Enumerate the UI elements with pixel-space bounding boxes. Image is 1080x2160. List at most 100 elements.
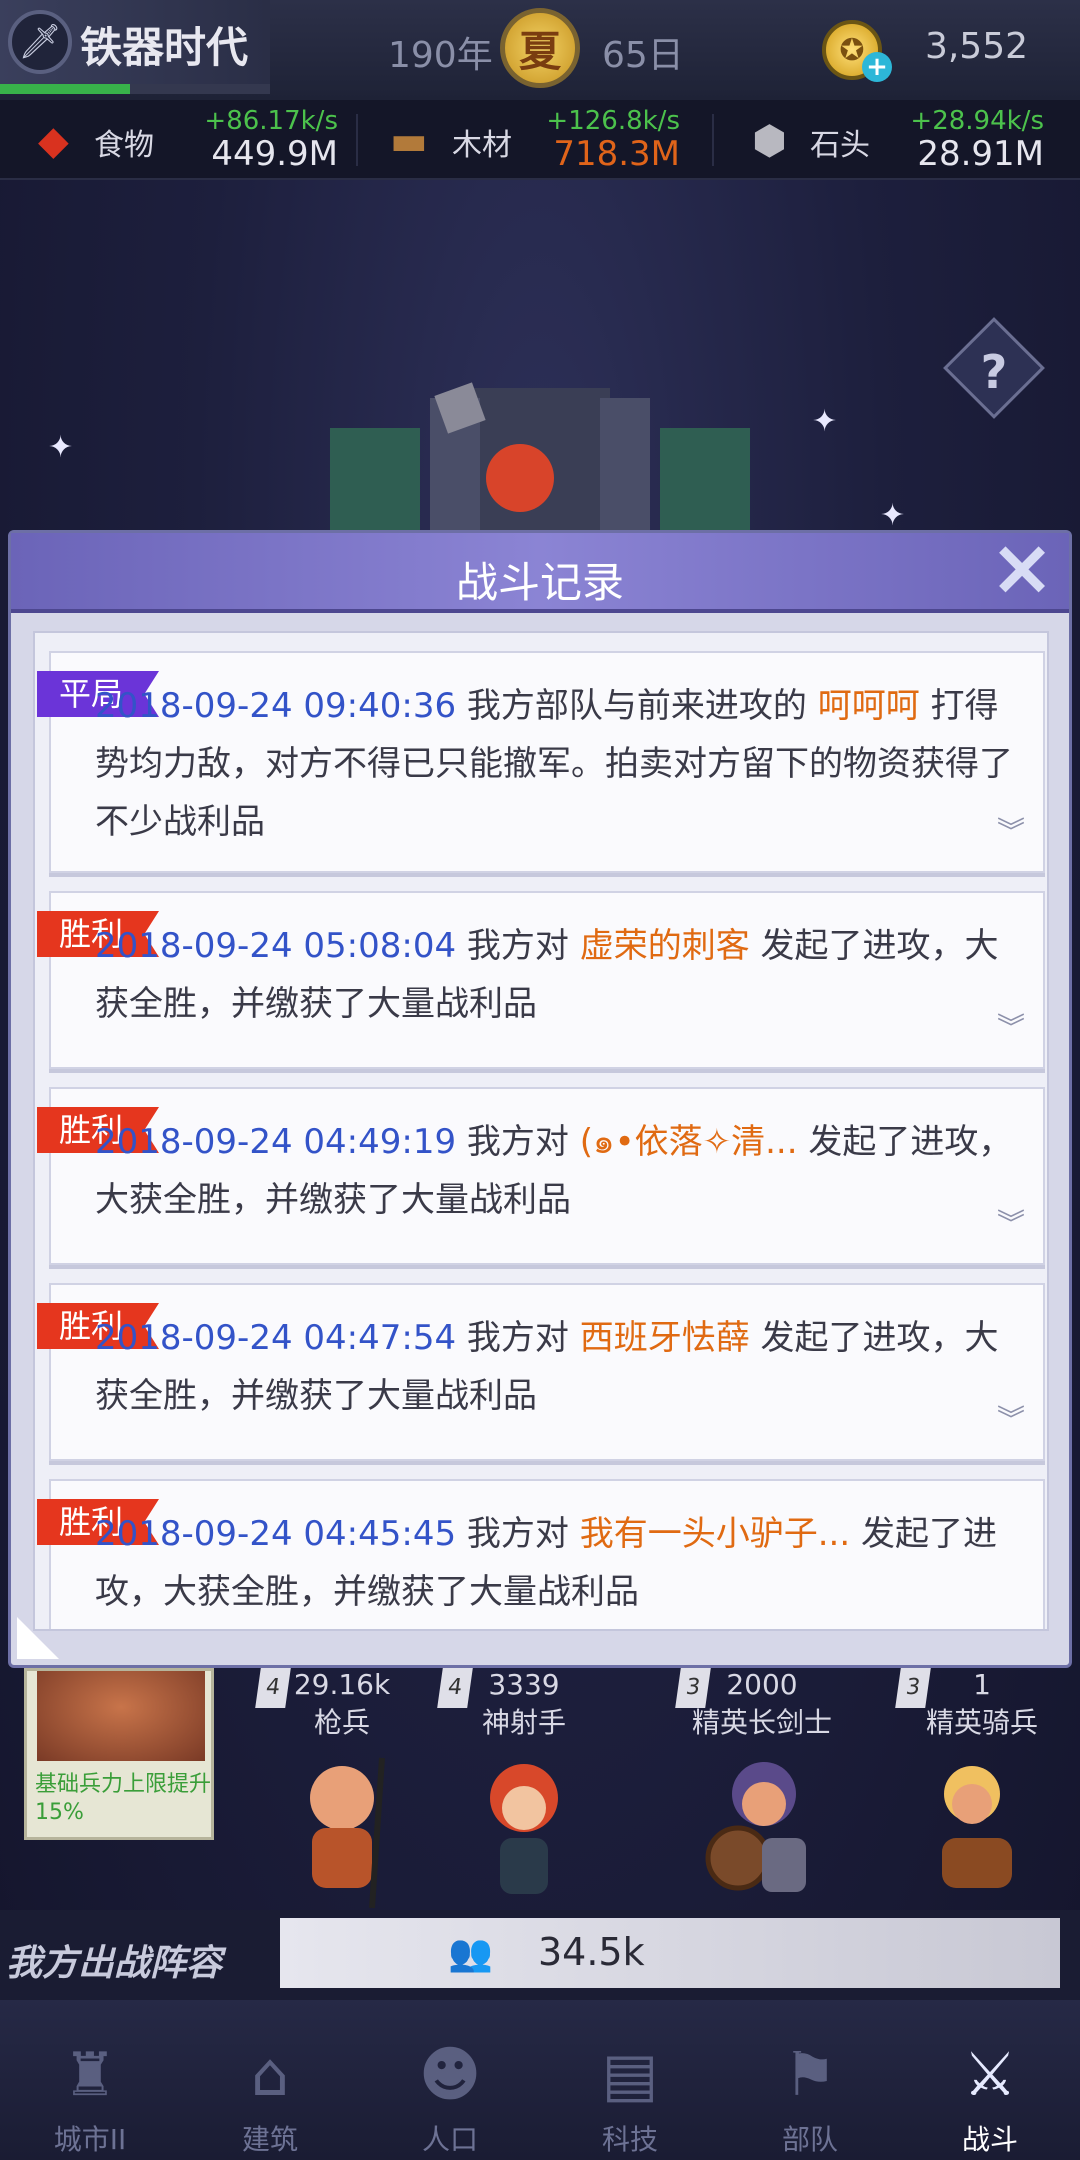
general-bonus-card[interactable]: 基础兵力上限提升15% (24, 1668, 214, 1840)
expand-chevron-icon[interactable]: ︾ (991, 1406, 1031, 1447)
top-bar: 🗡 铁器时代 190年 夏 65日 ✪ + 3,552 (0, 0, 1080, 100)
record-timestamp: 2018-09-24 04:49:19 (95, 1122, 457, 1162)
era-progress-fill (0, 84, 130, 94)
star-decoration: ✦ (812, 404, 838, 439)
unit-elite-swordsman[interactable]: 3 2000 精英长剑士 (675, 1668, 842, 1892)
record-item[interactable]: 平局 2018-09-24 09:40:36 我方部队与前来进攻的 呵呵呵 打得… (37, 651, 1045, 873)
resource-label: 木材 (452, 128, 512, 163)
unit-elite-cavalry[interactable]: 3 1 精英骑兵 (895, 1668, 1062, 1888)
unit-level-badge: 3 (895, 1668, 931, 1708)
nav-population[interactable]: ☻ 人口 (360, 2000, 540, 2160)
record-list[interactable]: 平局 2018-09-24 09:40:36 我方部队与前来进攻的 呵呵呵 打得… (33, 631, 1049, 1631)
record-timestamp: 2018-09-24 05:08:04 (95, 926, 457, 966)
resource-rate: +86.17k/s (204, 106, 338, 136)
dialog-corner-decoration (17, 1617, 59, 1659)
close-icon[interactable]: × (989, 529, 1055, 607)
divider (356, 114, 358, 166)
lineup-power-value: 34.5k (538, 1930, 645, 1974)
era-panel[interactable]: 🗡 铁器时代 (0, 0, 270, 94)
unit-spearman[interactable]: 4 29.16k 枪兵 (255, 1668, 422, 1908)
resource-label: 食物 (94, 128, 154, 163)
opponent-name[interactable]: (๑•依落✧清... (580, 1122, 798, 1162)
unit-name: 枪兵 (313, 1706, 370, 1739)
currency-amount: 3,552 (924, 26, 1028, 67)
question-icon: ? (980, 345, 1008, 399)
divider (712, 114, 714, 166)
record-pre: 我方对 (456, 1514, 580, 1554)
swordsman-figure (705, 1762, 806, 1892)
meat-icon: ◆ (38, 118, 69, 164)
bottom-nav: ♜ 城市II ⌂ 建筑 ☻ 人口 ▤ 科技 ⚑ 部队 ⚔ 战斗 (0, 2000, 1080, 2160)
year-label: 190年 (388, 35, 493, 76)
battle-record-dialog: 战斗记录 × 平局 2018-09-24 09:40:36 我方部队与前来进攻的… (8, 529, 1072, 1668)
resource-stone[interactable]: ⬢ 石头 +28.94k/s 28.91M (752, 100, 1044, 180)
opponent-name[interactable]: 虚荣的刺客 (580, 926, 750, 966)
record-pre: 我方部队与前来进攻的 (456, 686, 818, 726)
lineup-bar: 我方出战阵容 👥 34.5k (0, 1910, 1080, 2000)
resource-value: 449.9M (211, 134, 338, 174)
unit-level-badge: 4 (255, 1668, 291, 1708)
record-text: 2018-09-24 04:49:19 我方对 (๑•依落✧清... 发起了进攻… (95, 1113, 1025, 1229)
expand-chevron-icon[interactable]: ︾ (991, 1210, 1031, 1251)
record-timestamp: 2018-09-24 04:45:45 (95, 1514, 457, 1554)
unit-name: 神射手 (481, 1706, 566, 1739)
resource-wood[interactable]: ▬ 木材 +126.8k/s 718.3M (390, 100, 690, 180)
resource-bar: ◆ 食物 +86.17k/s 449.9M ▬ 木材 +126.8k/s 718… (0, 100, 1080, 180)
unit-name: 精英长剑士 (691, 1706, 832, 1739)
person-icon: ☻ (418, 2040, 482, 2110)
unit-level-badge: 4 (437, 1668, 473, 1708)
banner-icon: ⚑ (783, 2040, 837, 2110)
resource-value: 718.3M (553, 134, 680, 174)
record-text: 2018-09-24 04:47:54 我方对 西班牙怯薛 发起了进攻，大获全胜… (95, 1309, 1025, 1425)
nav-label: 人口 (421, 2123, 478, 2156)
nav-label: 城市II (53, 2123, 127, 2156)
unit-archer[interactable]: 4 3339 神射手 (437, 1668, 604, 1894)
castle-icon: ♜ (63, 2040, 117, 2110)
record-pre: 我方对 (456, 1318, 580, 1358)
era-name: 铁器时代 (80, 23, 249, 72)
star-decoration: ✦ (48, 430, 74, 465)
crossed-swords-icon: ⚔ (963, 2040, 1017, 2110)
dialog-header: 战斗记录 × (11, 529, 1069, 613)
lineup-power-box[interactable]: 👥 34.5k (280, 1918, 1060, 1988)
record-timestamp: 2018-09-24 04:47:54 (95, 1318, 457, 1358)
archer-figure (490, 1764, 558, 1894)
house-icon: ⌂ (250, 2040, 290, 2110)
record-text: 2018-09-24 09:40:36 我方部队与前来进攻的 呵呵呵 打得势均力… (95, 677, 1025, 851)
nav-label: 部队 (781, 2123, 838, 2156)
nav-label: 科技 (601, 2123, 658, 2156)
record-pre: 我方对 (456, 1122, 580, 1162)
unit-name: 精英骑兵 (925, 1706, 1038, 1739)
nav-city[interactable]: ♜ 城市II (0, 2000, 180, 2160)
nav-tech[interactable]: ▤ 科技 (540, 2000, 720, 2160)
expand-chevron-icon[interactable]: ︾ (991, 818, 1031, 859)
record-timestamp: 2018-09-24 09:40:36 (95, 686, 457, 726)
record-item[interactable]: 胜利 2018-09-24 04:45:45 我方对 我有一头小驴子... 发起… (37, 1479, 1045, 1629)
resource-food[interactable]: ◆ 食物 +86.17k/s 449.9M (38, 100, 338, 180)
stone-icon: ⬢ (752, 118, 787, 164)
resource-rate: +126.8k/s (546, 106, 680, 136)
nav-building[interactable]: ⌂ 建筑 (180, 2000, 360, 2160)
season-badge: 夏 (500, 8, 580, 88)
general-portrait (37, 1671, 205, 1761)
record-item[interactable]: 胜利 2018-09-24 04:49:19 我方对 (๑•依落✧清... 发起… (37, 1087, 1045, 1265)
add-currency-icon[interactable]: + (862, 52, 892, 82)
record-item[interactable]: 胜利 2018-09-24 04:47:54 我方对 西班牙怯薛 发起了进攻，大… (37, 1283, 1045, 1461)
era-progress-bar (0, 84, 270, 94)
record-item[interactable]: 胜利 2018-09-24 05:08:04 我方对 虚荣的刺客 发起了进攻，大… (37, 891, 1045, 1069)
cavalry-figure (942, 1766, 1012, 1888)
book-icon: ▤ (601, 2040, 659, 2110)
opponent-name[interactable]: 西班牙怯薛 (580, 1318, 750, 1358)
sword-icon: 🗡 (8, 10, 72, 74)
day-label: 65日 (602, 35, 684, 76)
expand-chevron-icon[interactable]: ︾ (991, 1014, 1031, 1055)
nav-troops[interactable]: ⚑ 部队 (720, 2000, 900, 2160)
nav-battle[interactable]: ⚔ 战斗 (900, 2000, 1080, 2160)
opponent-name[interactable]: 我有一头小驴子... (580, 1514, 850, 1554)
record-text: 2018-09-24 04:45:45 我方对 我有一头小驴子... 发起了进攻… (95, 1505, 1025, 1621)
battle-banner-decoration (330, 382, 750, 538)
resource-label: 石头 (810, 128, 870, 163)
bonus-text: 基础兵力上限提升15% (35, 1772, 212, 1825)
unit-level-badge: 3 (675, 1668, 711, 1708)
opponent-name[interactable]: 呵呵呵 (818, 686, 920, 726)
